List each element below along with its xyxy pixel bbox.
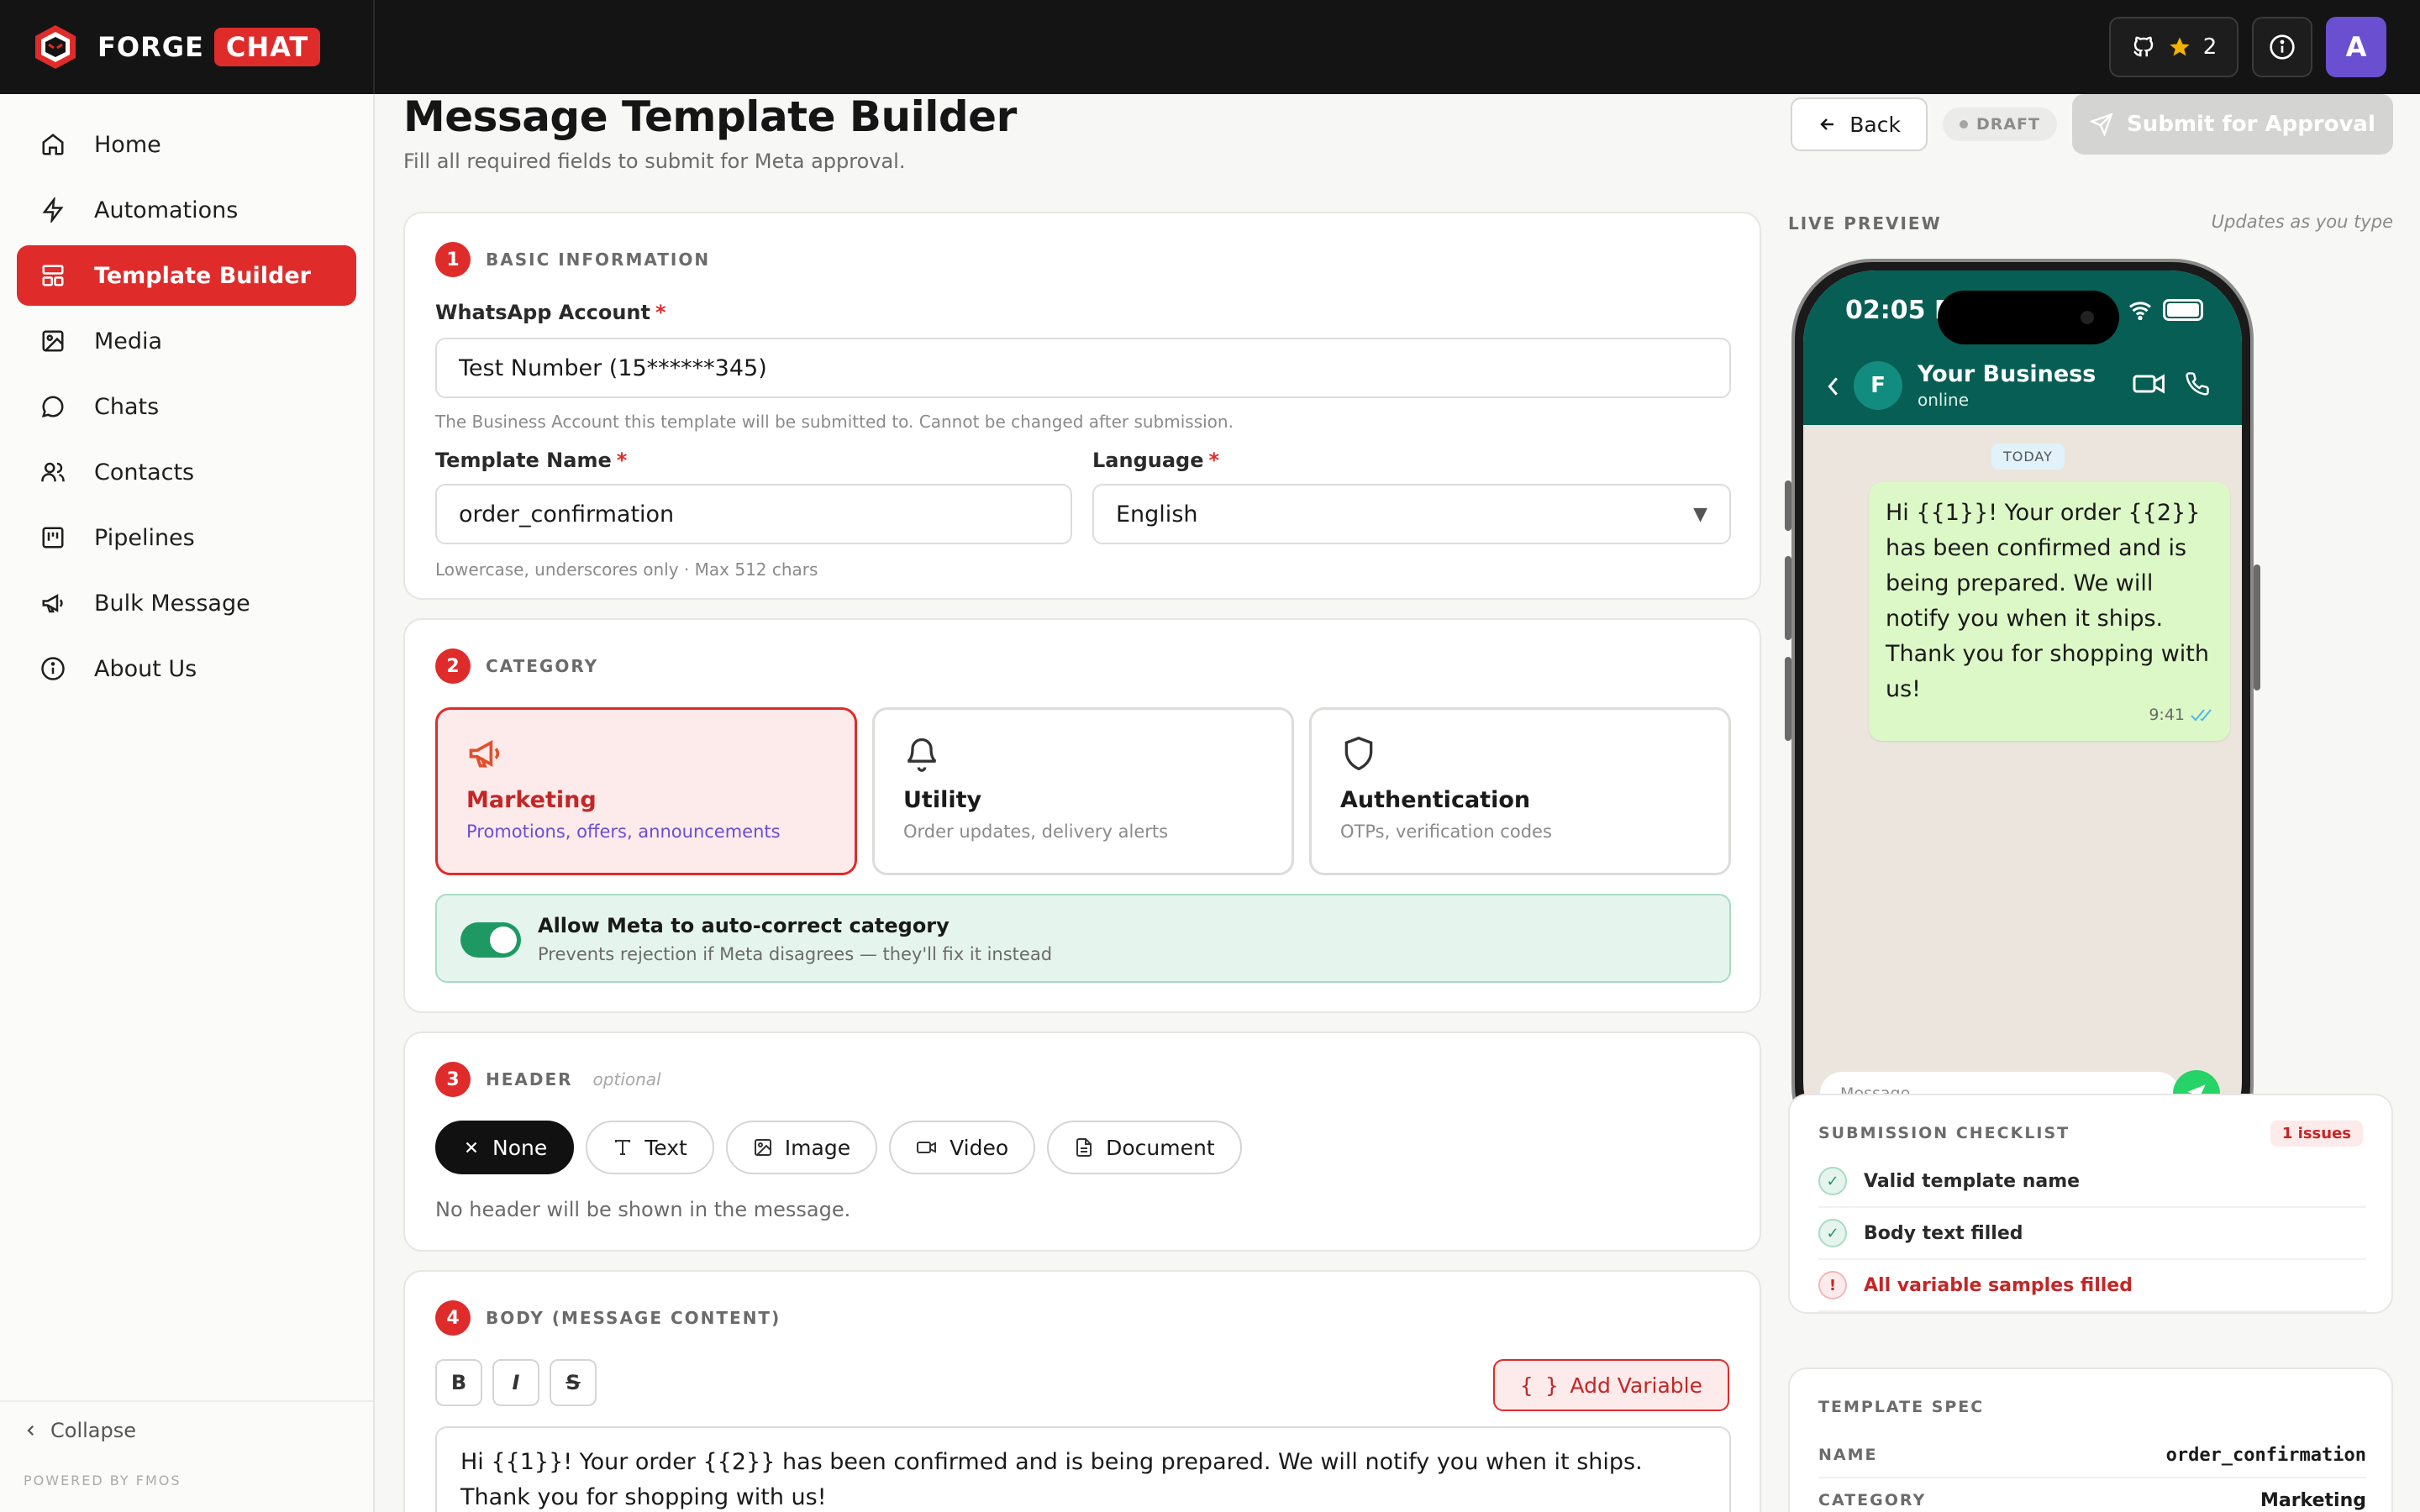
info-icon	[2270, 34, 2295, 60]
brand-name: FORGE	[97, 31, 204, 63]
sidebar-item-pipelines[interactable]: Pipelines	[17, 507, 356, 568]
sidebar-item-label: Pipelines	[94, 524, 195, 551]
live-preview-note: Updates as you type	[2211, 212, 2393, 232]
template-spec: TEMPLATE SPEC NAME order_confirmation CA…	[1788, 1368, 2393, 1512]
business-avatar: F	[1854, 361, 1902, 410]
sidebar-item-label: Bulk Message	[94, 590, 250, 617]
sidebar-item-about-us[interactable]: About Us	[17, 638, 356, 699]
message-text: Hi {{1}}! Your order {{2}} has been conf…	[1886, 500, 2209, 702]
sidebar-item-automations[interactable]: Automations	[17, 180, 356, 240]
sidebar-item-label: Chats	[94, 393, 160, 420]
sidebar-item-label: Home	[94, 131, 161, 158]
megaphone-icon	[42, 594, 63, 613]
checklist-item: ✓ Valid template name	[1818, 1156, 2366, 1208]
checklist-item: ✓ Body text filled	[1818, 1208, 2366, 1260]
wifi-icon	[2129, 302, 2151, 320]
phone-call-icon[interactable]	[2185, 371, 2210, 396]
preview-column: LIVE PREVIEW Updates as you type 02:05 P…	[375, 94, 2420, 1512]
github-icon	[2133, 36, 2153, 57]
double-check-icon	[2191, 709, 2212, 722]
info-button[interactable]	[2252, 17, 2312, 77]
spec-row: CATEGORY Marketing	[1818, 1478, 2366, 1512]
chevron-left-icon	[27, 1425, 34, 1436]
message-time: 9:41	[2149, 706, 2185, 724]
live-preview-label: LIVE PREVIEW	[1788, 213, 1942, 234]
chat-header: 02:05 PM F Your Business online	[1803, 270, 2242, 425]
sidebar-item-chats[interactable]: Chats	[17, 376, 356, 437]
brand[interactable]: FORGE CHAT	[0, 0, 375, 94]
forge-logo-icon	[35, 25, 76, 69]
spec-title: TEMPLATE SPEC	[1818, 1398, 1985, 1416]
layout-icon	[42, 265, 64, 286]
sidebar-footer: Collapse POWERED BY FMOS	[0, 1400, 373, 1512]
chevron-left-icon[interactable]	[1825, 376, 1840, 402]
collapse-label: Collapse	[50, 1419, 136, 1442]
home-icon	[42, 134, 64, 155]
sidebar-item-label: Contacts	[94, 459, 195, 486]
image-icon	[42, 330, 64, 352]
date-chip: TODAY	[1991, 444, 2065, 470]
github-star-count: 2	[2202, 34, 2217, 60]
video-call-icon[interactable]	[2133, 371, 2166, 396]
business-status: online	[1918, 390, 1970, 410]
sidebar-item-label: About Us	[94, 655, 197, 682]
sidebar-item-media[interactable]: Media	[17, 311, 356, 371]
business-name: Your Business	[1918, 361, 2096, 387]
message-bubble: Hi {{1}}! Your order {{2}} has been conf…	[1869, 482, 2230, 741]
powered-by: POWERED BY FMOS	[24, 1473, 182, 1488]
checklist-item: ! All variable samples filled	[1818, 1260, 2366, 1312]
sidebar-item-label: Automations	[94, 197, 239, 223]
sidebar-item-template-builder[interactable]: Template Builder	[17, 245, 356, 306]
checklist-title: SUBMISSION CHECKLIST	[1818, 1124, 2070, 1142]
star-icon	[2170, 37, 2190, 56]
sidebar: Home Automations Template Builder Media …	[0, 94, 375, 1512]
sidebar-item-bulk-message[interactable]: Bulk Message	[17, 573, 356, 633]
phone-screen: 02:05 PM F Your Business online TODAY Hi…	[1803, 270, 2242, 1154]
alert-icon: !	[1818, 1271, 1847, 1299]
check-icon: ✓	[1818, 1219, 1847, 1247]
info-icon	[41, 657, 65, 680]
phone-mockup: 02:05 PM F Your Business online TODAY Hi…	[1785, 259, 2260, 1166]
github-star-button[interactable]: 2	[2109, 17, 2238, 77]
sidebar-nav: Home Automations Template Builder Media …	[0, 94, 373, 724]
issues-badge: 1 issues	[2270, 1121, 2363, 1147]
kanban-icon	[42, 527, 64, 549]
sidebar-item-home[interactable]: Home	[17, 114, 356, 175]
user-avatar[interactable]: A	[2326, 17, 2386, 77]
battery-icon	[2163, 299, 2203, 321]
brand-badge: CHAT	[213, 28, 321, 66]
top-bar: FORGE CHAT 2 A	[0, 0, 2420, 94]
sidebar-item-label: Template Builder	[94, 262, 311, 289]
sidebar-item-contacts[interactable]: Contacts	[17, 442, 356, 502]
collapse-button[interactable]: Collapse	[24, 1419, 350, 1442]
lightning-icon	[42, 197, 64, 223]
spec-row: NAME order_confirmation	[1818, 1433, 2366, 1478]
check-icon: ✓	[1818, 1167, 1847, 1195]
chat-bubble-icon	[41, 396, 64, 418]
users-icon	[41, 462, 65, 482]
submission-checklist: SUBMISSION CHECKLIST 1 issues ✓ Valid te…	[1788, 1094, 2393, 1314]
sidebar-item-label: Media	[94, 328, 163, 354]
